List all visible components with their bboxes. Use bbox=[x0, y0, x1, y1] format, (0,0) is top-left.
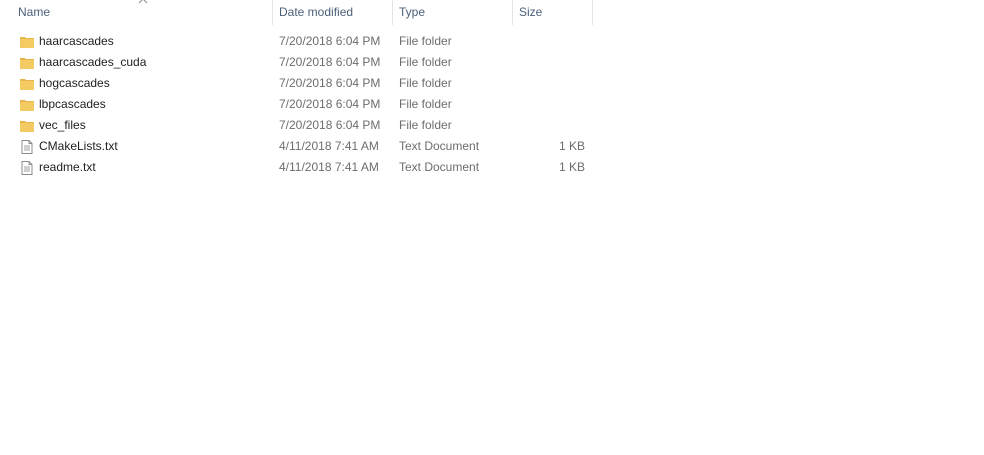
file-size bbox=[513, 94, 585, 115]
file-name: CMakeLists.txt bbox=[39, 139, 118, 153]
file-type: Text Document bbox=[399, 139, 480, 153]
column-header-date-modified[interactable]: Date modified bbox=[273, 0, 393, 25]
file-row[interactable]: vec_files 7/20/2018 6:04 PM File folder bbox=[0, 115, 593, 136]
file-row[interactable]: hogcascades 7/20/2018 6:04 PM File folde… bbox=[0, 73, 593, 94]
text-document-icon bbox=[21, 161, 33, 175]
file-size bbox=[513, 115, 585, 136]
text-document-icon bbox=[21, 140, 33, 154]
file-row[interactable]: CMakeLists.txt 4/11/2018 7:41 AM Text Do… bbox=[0, 136, 593, 157]
file-name: vec_files bbox=[39, 118, 86, 132]
file-name: lbpcascades bbox=[39, 97, 106, 111]
file-date-modified: 7/20/2018 6:04 PM bbox=[279, 118, 381, 132]
file-date-modified: 7/20/2018 6:04 PM bbox=[279, 76, 381, 90]
file-row[interactable]: readme.txt 4/11/2018 7:41 AM Text Docume… bbox=[0, 157, 593, 178]
file-date-modified: 7/20/2018 6:04 PM bbox=[279, 97, 381, 111]
file-type: File folder bbox=[399, 34, 452, 48]
file-row[interactable]: lbpcascades 7/20/2018 6:04 PM File folde… bbox=[0, 94, 593, 115]
file-name: haarcascades bbox=[39, 34, 114, 48]
file-type: Text Document bbox=[399, 160, 480, 174]
column-header-type[interactable]: Type bbox=[393, 0, 513, 25]
chevron-up-icon bbox=[138, 0, 148, 4]
file-size bbox=[513, 31, 585, 52]
file-date-modified: 7/20/2018 6:04 PM bbox=[279, 34, 381, 48]
folder-icon bbox=[20, 121, 34, 132]
file-name: readme.txt bbox=[39, 160, 96, 174]
folder-icon bbox=[20, 37, 34, 48]
file-size bbox=[513, 73, 585, 94]
file-date-modified: 4/11/2018 7:41 AM bbox=[279, 160, 379, 174]
folder-icon bbox=[20, 79, 34, 90]
column-header-size[interactable]: Size bbox=[513, 0, 593, 25]
folder-icon bbox=[20, 100, 34, 111]
file-list: haarcascades 7/20/2018 6:04 PM File fold… bbox=[0, 31, 593, 178]
file-name: hogcascades bbox=[39, 76, 110, 90]
folder-icon bbox=[20, 58, 34, 69]
file-type: File folder bbox=[399, 76, 452, 90]
file-explorer-details-view: Name Date modified Type Size haarcascade… bbox=[0, 0, 984, 455]
column-header-name-label: Name bbox=[18, 5, 51, 19]
file-type: File folder bbox=[399, 118, 452, 132]
file-type: File folder bbox=[399, 97, 452, 111]
column-header-size-label: Size bbox=[519, 5, 543, 19]
column-header-type-label: Type bbox=[399, 5, 426, 19]
file-type: File folder bbox=[399, 55, 452, 69]
column-header-bar: Name Date modified Type Size bbox=[0, 0, 593, 25]
file-date-modified: 4/11/2018 7:41 AM bbox=[279, 139, 379, 153]
file-row[interactable]: haarcascades 7/20/2018 6:04 PM File fold… bbox=[0, 31, 593, 52]
file-size bbox=[513, 52, 585, 73]
file-row[interactable]: haarcascades_cuda 7/20/2018 6:04 PM File… bbox=[0, 52, 593, 73]
file-size: 1 KB bbox=[558, 160, 585, 174]
file-name: haarcascades_cuda bbox=[39, 55, 147, 69]
column-header-date-modified-label: Date modified bbox=[279, 5, 354, 19]
file-date-modified: 7/20/2018 6:04 PM bbox=[279, 55, 381, 69]
file-size: 1 KB bbox=[558, 139, 585, 153]
